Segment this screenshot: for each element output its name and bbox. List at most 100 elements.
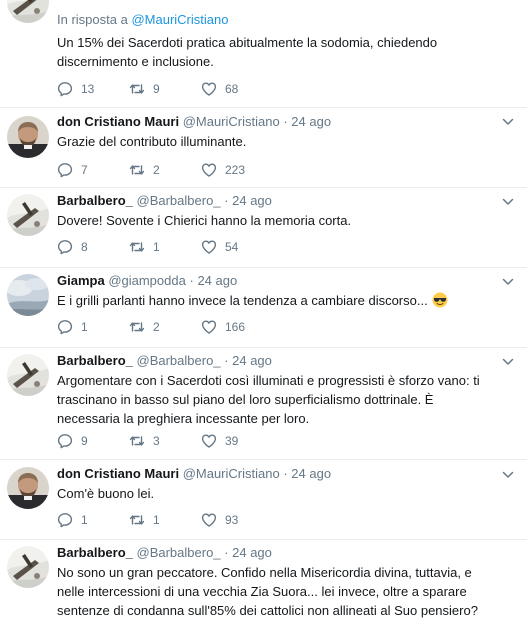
timestamp[interactable]: 24 ago	[291, 466, 331, 481]
tweet[interactable]: Barbalbero_ @Barbalbero_ · 24 ago Argome…	[0, 348, 527, 460]
reply-context: In risposta a @MauriCristiano	[57, 11, 497, 28]
reply-button[interactable]: 13	[57, 81, 129, 97]
tweet-text: Argomentare con i Sacerdoti così illumin…	[57, 373, 480, 426]
heart-icon	[201, 81, 217, 97]
heart-icon	[201, 239, 217, 255]
heart-icon	[201, 512, 217, 528]
display-name[interactable]: don Cristiano Mauri	[57, 114, 179, 129]
separator-dot: ·	[224, 545, 229, 560]
retweet-icon	[129, 81, 145, 97]
like-button[interactable]: 68	[201, 81, 238, 97]
reply-count: 7	[81, 163, 88, 177]
tweet-text: Un 15% dei Sacerdoti pratica abitualment…	[57, 35, 438, 69]
display-name[interactable]: Barbalbero_	[57, 193, 133, 208]
tweet[interactable]: In risposta a @MauriCristiano Un 15% dei…	[0, 0, 527, 108]
chevron-down-icon[interactable]	[501, 195, 515, 209]
reply-count: 1	[81, 513, 88, 527]
chevron-down-icon[interactable]	[501, 275, 515, 289]
tweet-text: Dovere! Sovente i Chierici hanno la memo…	[57, 213, 352, 228]
chevron-down-icon[interactable]	[501, 468, 515, 482]
retweet-button[interactable]: 2	[129, 319, 201, 335]
like-button[interactable]: 223	[201, 162, 245, 178]
timestamp[interactable]: 24 ago	[232, 545, 272, 560]
tweet-text-content: E i grilli parlanti hanno invece la tend…	[57, 293, 428, 308]
tweet[interactable]: Giampa @giampodda · 24 ago E i grilli pa…	[0, 268, 527, 348]
user-handle[interactable]: @Barbalbero_	[137, 353, 221, 368]
separator-dot: ·	[224, 353, 229, 368]
reply-handle-link[interactable]: @MauriCristiano	[131, 12, 228, 27]
tweet-header: Barbalbero_ @Barbalbero_ · 24 ago	[57, 352, 497, 369]
timestamp[interactable]: 24 ago	[291, 114, 331, 129]
retweet-button[interactable]: 1	[129, 239, 201, 255]
separator-dot: ·	[189, 273, 194, 288]
avatar[interactable]	[7, 354, 49, 396]
reply-button[interactable]: 8	[57, 239, 129, 255]
heart-icon	[201, 319, 217, 335]
display-name[interactable]: don Cristiano Mauri	[57, 466, 179, 481]
reply-count: 13	[81, 82, 95, 96]
tweet-text: E i grilli parlanti hanno invece la tend…	[57, 291, 497, 310]
heart-icon	[201, 162, 217, 178]
tweet[interactable]: Barbalbero_ @Barbalbero_ · 24 ago No son…	[0, 540, 527, 631]
avatar[interactable]	[7, 0, 49, 23]
retweet-icon	[129, 319, 145, 335]
like-count: 68	[225, 82, 239, 96]
retweet-button[interactable]: 9	[129, 81, 201, 97]
like-count: 93	[225, 513, 239, 527]
reply-button[interactable]: 7	[57, 162, 129, 178]
tweet-text: Com'è buono lei.	[57, 486, 155, 501]
tweet-header: Giampa @giampodda · 24 ago	[57, 272, 497, 289]
retweet-icon	[129, 239, 145, 255]
user-handle[interactable]: @Barbalbero_	[137, 193, 221, 208]
user-handle[interactable]: @MauriCristiano	[183, 114, 280, 129]
reply-button[interactable]: 1	[57, 512, 129, 528]
retweet-count: 1	[153, 513, 160, 527]
timestamp[interactable]: 24 ago	[197, 273, 237, 288]
reply-icon	[57, 162, 73, 178]
user-handle[interactable]: @MauriCristiano	[183, 466, 280, 481]
display-name[interactable]: Barbalbero_	[57, 353, 133, 368]
retweet-button[interactable]: 2	[129, 162, 201, 178]
like-count: 39	[225, 434, 239, 448]
like-button[interactable]: 93	[201, 512, 238, 528]
retweet-button[interactable]: 3	[129, 433, 201, 449]
heart-icon	[201, 433, 217, 449]
display-name[interactable]: Giampa	[57, 273, 105, 288]
display-name[interactable]: Barbalbero_	[57, 545, 133, 560]
user-handle[interactable]: @Barbalbero_	[137, 545, 221, 560]
tweet[interactable]: don Cristiano Mauri @MauriCristiano · 24…	[0, 460, 527, 540]
retweet-icon	[129, 512, 145, 528]
retweet-count: 9	[153, 82, 160, 96]
timestamp[interactable]: 24 ago	[232, 353, 272, 368]
retweet-icon	[129, 433, 145, 449]
avatar[interactable]	[7, 546, 49, 588]
tweet[interactable]: don Cristiano Mauri @MauriCristiano · 24…	[0, 108, 527, 188]
timestamp[interactable]: 24 ago	[232, 193, 272, 208]
like-button[interactable]: 39	[201, 433, 238, 449]
tweet[interactable]: Barbalbero_ @Barbalbero_ · 24 ago Dovere…	[0, 188, 527, 268]
chevron-down-icon[interactable]	[501, 355, 515, 369]
reply-icon	[57, 81, 73, 97]
tweet-text: Grazie del contributo illuminante.	[57, 134, 247, 149]
avatar[interactable]	[7, 467, 49, 509]
user-handle[interactable]: @giampodda	[108, 273, 186, 288]
avatar[interactable]	[7, 194, 49, 236]
avatar[interactable]	[7, 116, 49, 158]
reply-prefix: In risposta a	[57, 12, 128, 27]
tweet-header: don Cristiano Mauri @MauriCristiano · 24…	[57, 113, 497, 130]
retweet-button[interactable]: 1	[129, 512, 201, 528]
reply-icon	[57, 433, 73, 449]
retweet-count: 2	[153, 320, 160, 334]
reply-button[interactable]: 9	[57, 433, 129, 449]
like-button[interactable]: 54	[201, 239, 238, 255]
reply-count: 1	[81, 320, 88, 334]
like-count: 166	[225, 320, 246, 334]
like-button[interactable]: 166	[201, 319, 245, 335]
reply-icon	[57, 239, 73, 255]
tweet-header: Barbalbero_ @Barbalbero_ · 24 ago	[57, 544, 497, 561]
separator-dot: ·	[224, 193, 229, 208]
chevron-down-icon[interactable]	[501, 115, 515, 129]
separator-dot: ·	[283, 114, 288, 129]
reply-button[interactable]: 1	[57, 319, 129, 335]
avatar[interactable]	[7, 274, 49, 316]
